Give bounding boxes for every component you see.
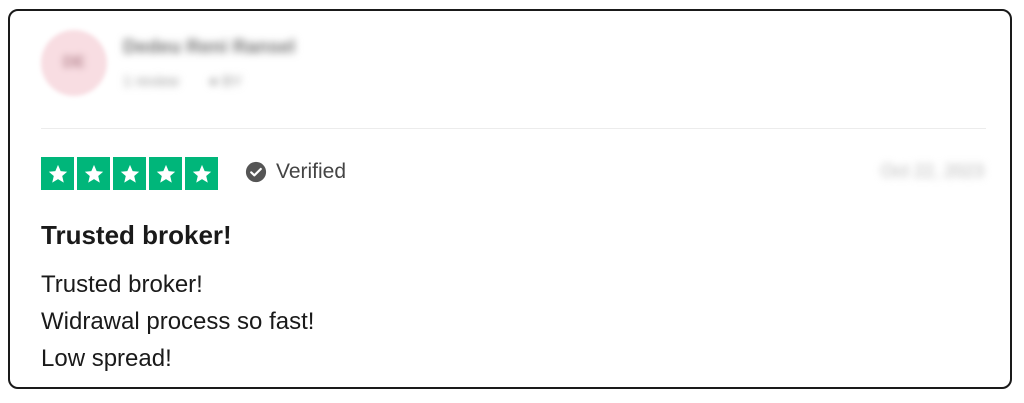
review-card: DE Dedeu Reni Ransel 1 review ● BY Verifi…	[8, 9, 1012, 389]
star-icon	[41, 157, 74, 190]
review-date: Oct 22, 2023	[880, 161, 984, 181]
review-line: Widrawal process so fast!	[41, 308, 315, 335]
review-count: 1 review	[123, 73, 179, 90]
avatar-initials: DE	[62, 54, 86, 71]
review-body: Trusted broker! Widrawal process so fast…	[41, 266, 314, 377]
avatar[interactable]: DE	[41, 30, 107, 96]
star-icon	[149, 157, 182, 190]
review-line: Low spread!	[41, 345, 172, 372]
star-icon	[113, 157, 146, 190]
verified-badge[interactable]: Verified	[245, 159, 346, 185]
review-title: Trusted broker!	[41, 220, 232, 250]
verified-label: Verified	[276, 160, 347, 183]
star-rating	[41, 157, 218, 190]
reviewer-meta: 1 review ● BY	[123, 73, 242, 90]
check-circle-icon	[245, 161, 267, 183]
divider	[41, 128, 986, 129]
star-icon	[185, 157, 218, 190]
star-icon	[77, 157, 110, 190]
reviewer-name[interactable]: Dedeu Reni Ransel	[123, 37, 295, 59]
review-line: Trusted broker!	[41, 271, 203, 298]
location-pin-icon: ●	[208, 73, 218, 90]
reviewer-country: BY	[222, 73, 243, 90]
